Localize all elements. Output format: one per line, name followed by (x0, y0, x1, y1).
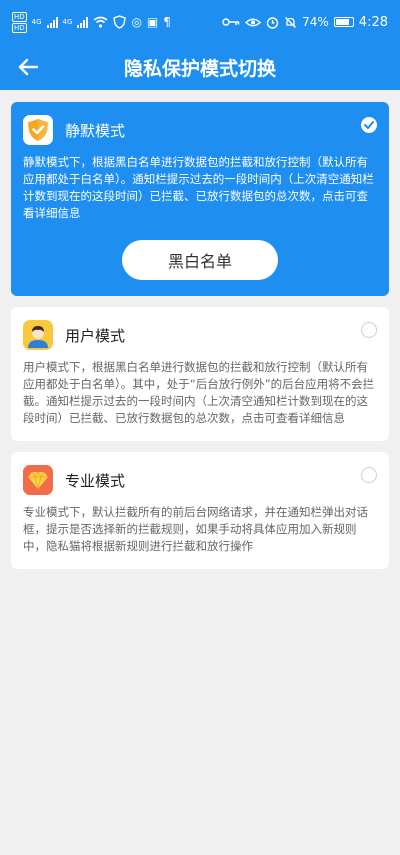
mode-list: 静默模式 静默模式下，根据黑白名单进行数据包的拦截和放行控制（默认所有应用都处于… (0, 90, 400, 569)
back-arrow-icon (18, 58, 38, 76)
mode-radio-silent[interactable] (361, 117, 377, 133)
mode-radio-professional[interactable] (361, 467, 377, 483)
key-icon (222, 18, 240, 26)
app-notification-icon-1: ◎ (131, 15, 142, 29)
mode-title: 用户模式 (65, 326, 126, 345)
mode-card-user[interactable]: 用户模式 用户模式下，根据黑白名单进行数据包的拦截和放行控制（默认所有应用都处于… (11, 307, 389, 441)
mode-description: 静默模式下，根据黑白名单进行数据包的拦截和放行控制（默认所有应用都处于白名单）。… (23, 155, 374, 220)
whitelist-blacklist-button[interactable]: 黑白名单 (122, 240, 278, 280)
mode-description: 专业模式下，默认拦截所有的前后台网络请求，并在通知栏弹出对话框，提示是否选择新的… (23, 505, 368, 553)
mode-title: 专业模式 (65, 471, 126, 490)
battery-percent: 74% (302, 15, 329, 29)
back-button[interactable] (0, 44, 56, 90)
app-shield-icon (113, 15, 127, 29)
diamond-icon (23, 465, 53, 495)
battery-icon (333, 17, 354, 27)
shield-icon (23, 115, 53, 145)
check-icon (364, 121, 374, 129)
page-title: 隐私保护模式切换 (123, 57, 276, 80)
network-type-1: 4G (31, 18, 42, 26)
alarm-icon (266, 16, 279, 29)
mode-radio-user[interactable] (361, 322, 377, 338)
app-notification-icon-3: ¶ (163, 15, 171, 29)
eye-icon (245, 18, 262, 26)
status-bar-left: HD HD 4G 4G ◎ ▣ ¶ (12, 11, 171, 33)
status-bar-right: 74% 4:28 (222, 15, 388, 30)
wifi-icon (93, 16, 108, 28)
title-bar: 隐私保护模式切换 (0, 44, 400, 90)
hd-badge-2: HD (12, 22, 27, 33)
mode-title: 静默模式 (65, 121, 126, 140)
mode-card-header: 用户模式 (23, 319, 377, 351)
mode-card-professional[interactable]: 专业模式 专业模式下，默认拦截所有的前后台网络请求，并在通知栏弹出对话框，提示是… (11, 452, 389, 569)
signal-icon-1 (46, 16, 58, 28)
mode-card-header: 专业模式 (23, 464, 377, 496)
mode-card-silent[interactable]: 静默模式 静默模式下，根据黑白名单进行数据包的拦截和放行控制（默认所有应用都处于… (11, 102, 389, 296)
app-notification-icon-2: ▣ (146, 15, 159, 29)
mode-card-header: 静默模式 (23, 114, 377, 146)
hd-badge-1: HD (12, 11, 27, 22)
signal-icon-2 (77, 16, 89, 28)
clock: 4:28 (358, 14, 388, 30)
network-type-2: 4G (62, 18, 73, 26)
status-bar: HD HD 4G 4G ◎ ▣ ¶ 74% 4:28 (0, 0, 400, 44)
mode-description: 用户模式下，根据黑白名单进行数据包的拦截和放行控制（默认所有应用都处于白名单）。… (23, 360, 375, 425)
hd-indicators: HD HD (12, 11, 27, 33)
mute-bell-icon (285, 16, 297, 28)
user-avatar-icon (23, 320, 53, 350)
